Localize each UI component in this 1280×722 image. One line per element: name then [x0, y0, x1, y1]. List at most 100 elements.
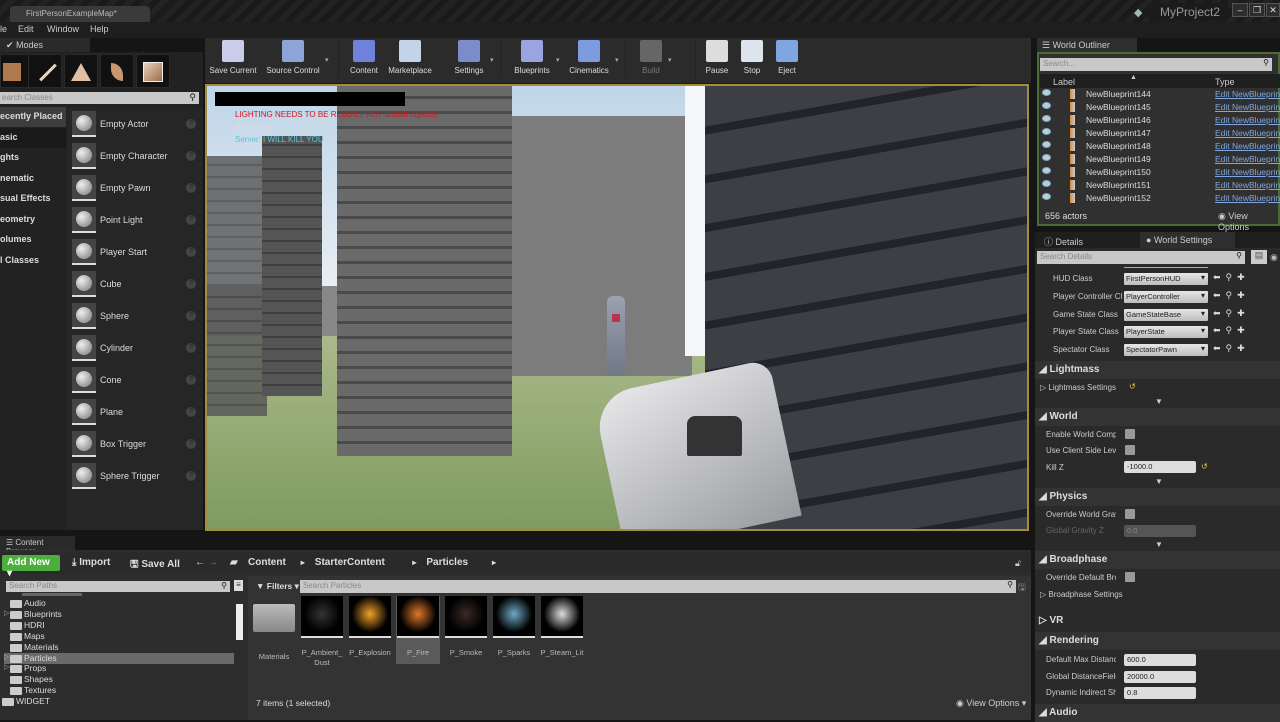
- folder-item[interactable]: Materials: [0, 642, 240, 653]
- help-icon[interactable]: ?: [186, 471, 196, 481]
- add-class-icon[interactable]: ✚: [1237, 290, 1245, 300]
- paths-search-input[interactable]: Search Paths ⚲: [6, 581, 230, 592]
- breadcrumb-item[interactable]: Particles: [426, 557, 468, 568]
- breadcrumb-arrow-icon[interactable]: ▸: [492, 558, 496, 567]
- column-type[interactable]: Type: [1215, 77, 1235, 87]
- visibility-eye-icon[interactable]: [1042, 180, 1051, 187]
- menu-edit[interactable]: Edit: [18, 24, 34, 34]
- class-category[interactable]: asic: [0, 127, 66, 148]
- paths-scrollbar[interactable]: [236, 604, 243, 640]
- browse-search-icon[interactable]: ⚲: [1226, 272, 1233, 282]
- enable-world-composition-checkbox[interactable]: [1125, 429, 1135, 439]
- class-item[interactable]: Empty Actor?: [72, 111, 200, 141]
- folder-item[interactable]: ▷ Props: [0, 663, 240, 674]
- expand-arrow-icon[interactable]: ▷: [4, 609, 9, 617]
- import-button[interactable]: ⤓ Import: [72, 557, 110, 568]
- expand-arrow-icon[interactable]: ▷: [4, 653, 9, 661]
- breadcrumb-item[interactable]: Content: [248, 557, 286, 568]
- help-icon[interactable]: ?: [186, 375, 196, 385]
- class-combo-box[interactable]: GameStateBase: [1124, 308, 1208, 321]
- section-physics[interactable]: ◢ Physics: [1035, 488, 1280, 506]
- edit-blueprint-link[interactable]: Edit NewBlueprint: [1215, 102, 1280, 112]
- chevron-down-icon[interactable]: ▾: [556, 56, 562, 64]
- save-search-icon[interactable]: 🖫: [1018, 580, 1026, 596]
- forward-button[interactable]: →: [208, 557, 218, 568]
- paths-options-button[interactable]: ≡: [234, 580, 243, 591]
- build-button[interactable]: Build: [636, 40, 666, 75]
- property-matrix-button[interactable]: ▤: [1251, 250, 1267, 264]
- class-item[interactable]: Box Trigger?: [72, 431, 200, 461]
- asset-folder[interactable]: Materials: [252, 596, 296, 662]
- pause-button[interactable]: Pause: [703, 40, 731, 75]
- close-button[interactable]: ✕: [1266, 3, 1280, 17]
- help-icon[interactable]: ?: [186, 311, 196, 321]
- asset-tile[interactable]: P_Ambient_ Dust: [300, 596, 344, 668]
- section-audio[interactable]: ◢ Audio: [1035, 704, 1280, 722]
- class-item[interactable]: Cube?: [72, 271, 200, 301]
- class-category[interactable]: sual Effects: [0, 189, 66, 209]
- help-icon[interactable]: ?: [186, 407, 196, 417]
- advanced-expand-icon[interactable]: ▼: [1155, 397, 1165, 406]
- level-viewport[interactable]: LIGHTING NEEDS TO BE REBUILT (457 unbuil…: [205, 84, 1029, 531]
- class-category[interactable]: ghts: [0, 148, 66, 168]
- stop-button[interactable]: Stop: [740, 40, 764, 75]
- visibility-eye-icon[interactable]: [1042, 89, 1051, 96]
- help-icon[interactable]: ?: [186, 119, 196, 129]
- override-default-broadphase-checkbox[interactable]: [1125, 572, 1135, 582]
- browse-arrow-icon[interactable]: ⬅: [1213, 308, 1221, 318]
- settings-button[interactable]: Settings: [450, 40, 488, 75]
- outliner-row[interactable]: NewBlueprint149 Edit NewBlueprint: [1040, 153, 1280, 166]
- help-icon[interactable]: ?: [186, 439, 196, 449]
- class-item[interactable]: Cylinder?: [72, 335, 200, 365]
- asset-tile[interactable]: P_Sparks: [492, 596, 536, 658]
- browse-search-icon[interactable]: ⚲: [1226, 308, 1233, 318]
- folder-item[interactable]: ▷ Blueprints: [0, 609, 240, 620]
- browse-search-icon[interactable]: ⚲: [1226, 343, 1233, 353]
- back-button[interactable]: ←: [195, 557, 205, 568]
- visibility-eye-icon[interactable]: [1042, 167, 1051, 174]
- reset-to-default-icon[interactable]: ↺: [1129, 382, 1136, 391]
- add-class-icon[interactable]: ✚: [1237, 325, 1245, 335]
- class-item[interactable]: Empty Pawn?: [72, 175, 200, 205]
- edit-blueprint-link[interactable]: Edit NewBlueprint: [1215, 89, 1280, 99]
- visibility-eye-icon[interactable]: [1042, 128, 1051, 135]
- breadcrumb-arrow-icon[interactable]: ▸: [412, 558, 416, 567]
- outliner-row[interactable]: NewBlueprint147 Edit NewBlueprint: [1040, 127, 1280, 140]
- rendering-property-input[interactable]: 0.8: [1124, 687, 1196, 699]
- help-icon[interactable]: ?: [186, 183, 196, 193]
- class-item[interactable]: Cone?: [72, 367, 200, 397]
- folder-item[interactable]: HDRI: [0, 620, 240, 631]
- browse-arrow-icon[interactable]: ⬅: [1213, 343, 1221, 353]
- paint-mode-button[interactable]: [28, 54, 62, 88]
- cinematics-button[interactable]: Cinematics: [565, 40, 613, 75]
- minimize-button[interactable]: –: [1232, 3, 1248, 17]
- folder-item[interactable]: WIDGET: [0, 696, 240, 707]
- rendering-property-input[interactable]: 600.0: [1124, 654, 1196, 666]
- visibility-eye-icon[interactable]: [1042, 102, 1051, 109]
- menu-file[interactable]: le: [0, 24, 7, 34]
- class-combo-box[interactable]: FirstPersonHUD: [1124, 273, 1208, 285]
- edit-blueprint-link[interactable]: Edit NewBlueprint: [1215, 167, 1280, 177]
- content-view-options[interactable]: ◉ View Options ▾: [956, 698, 1026, 709]
- content-button[interactable]: Content: [345, 40, 383, 75]
- column-label[interactable]: Label: [1053, 77, 1075, 87]
- eject-button[interactable]: Eject: [775, 40, 799, 75]
- edit-blueprint-link[interactable]: Edit NewBlueprint: [1215, 128, 1280, 138]
- outliner-row[interactable]: NewBlueprint145 Edit NewBlueprint: [1040, 101, 1280, 114]
- add-class-icon[interactable]: ✚: [1237, 308, 1245, 318]
- outliner-row[interactable]: NewBlueprint144 Edit NewBlueprint: [1040, 88, 1280, 101]
- visibility-eye-icon[interactable]: [1042, 154, 1051, 161]
- geometry-mode-button[interactable]: [136, 54, 170, 88]
- class-item[interactable]: Sphere Trigger?: [72, 463, 200, 493]
- class-category[interactable]: l Classes: [0, 251, 66, 271]
- rendering-property-input[interactable]: 20000.0: [1124, 670, 1196, 683]
- asset-tile[interactable]: P_Explosion: [348, 596, 392, 658]
- menu-window[interactable]: Window: [47, 24, 79, 34]
- section-rendering[interactable]: ◢ Rendering: [1035, 632, 1280, 650]
- use-client-side-level-checkbox[interactable]: [1125, 445, 1135, 455]
- add-class-icon[interactable]: ✚: [1237, 343, 1245, 353]
- class-category[interactable]: nematic: [0, 169, 66, 189]
- lock-icon[interactable]: 🔓︎: [1015, 558, 1021, 569]
- browse-arrow-icon[interactable]: ⬅: [1213, 325, 1221, 335]
- marketplace-button[interactable]: Marketplace: [385, 40, 435, 75]
